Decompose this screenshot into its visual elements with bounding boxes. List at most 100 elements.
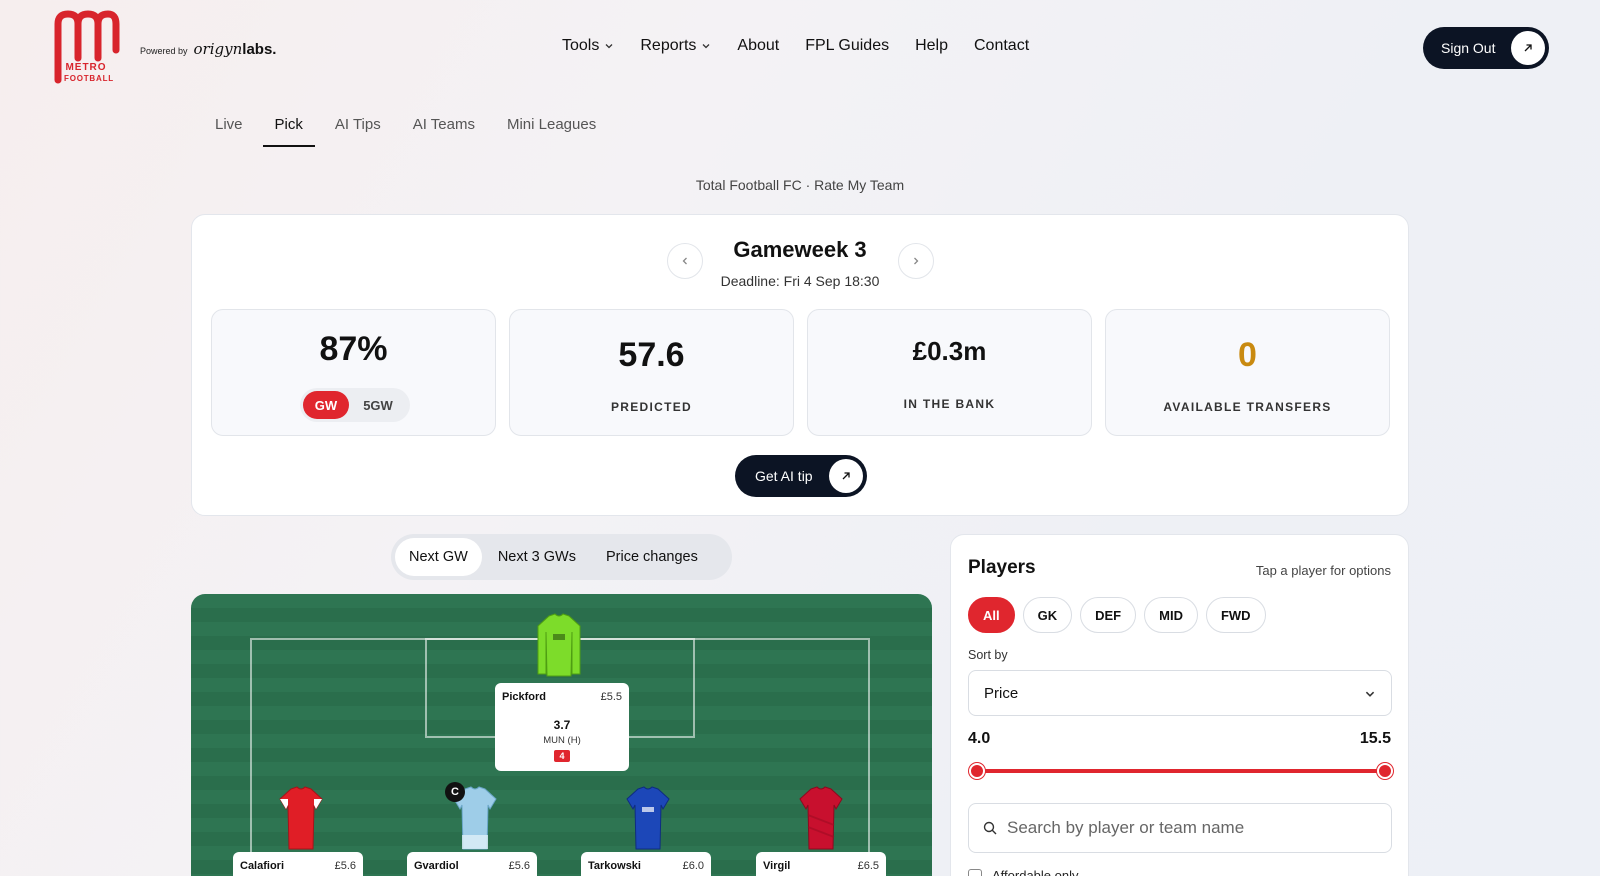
filter-def[interactable]: DEF (1080, 597, 1137, 633)
player-search (968, 803, 1392, 853)
transfers-label: AVAILABLE TRANSFERS (1163, 400, 1332, 414)
position-filter: All GK DEF MID FWD (968, 597, 1266, 633)
liverpool-shirt-icon (799, 786, 843, 850)
rating-gw-option[interactable]: GW (303, 391, 349, 419)
price-range-track (977, 769, 1385, 773)
tab-mini-leagues[interactable]: Mini Leagues (495, 116, 608, 147)
predicted-stat: 57.6 PREDICTED (509, 309, 794, 436)
site-header: METRO FOOTBALL Powered by origynlabs. To… (0, 0, 1600, 95)
player-search-input[interactable] (1007, 818, 1367, 838)
filter-all[interactable]: All (968, 597, 1015, 633)
nav-about[interactable]: About (737, 37, 779, 55)
origynlabs-logo: origynlabs. (193, 40, 277, 58)
nav-reports[interactable]: Reports (640, 37, 711, 55)
price-max-handle[interactable] (1377, 763, 1393, 779)
sign-out-label: Sign Out (1441, 40, 1496, 56)
get-ai-tip-button[interactable]: Get AI tip (735, 455, 867, 497)
sort-by-value: Price (984, 684, 1019, 702)
chevron-down-icon (605, 44, 613, 49)
players-panel-hint: Tap a player for options (1255, 563, 1391, 578)
price-range-min: 4.0 (968, 730, 991, 747)
powered-by: Powered by origynlabs. (140, 40, 276, 58)
main-nav: Tools Reports About FPL Guides Help Cont… (562, 37, 1029, 55)
gameweek-title: Gameweek 3 (733, 237, 867, 262)
powered-by-label: Powered by (140, 46, 188, 56)
nav-tools-label: Tools (562, 37, 600, 54)
arsenal-shirt-icon (279, 786, 323, 850)
nav-contact[interactable]: Contact (974, 37, 1029, 55)
player-price: £5.6 (508, 860, 530, 872)
price-min-handle[interactable] (969, 763, 985, 779)
chevron-down-icon (1365, 691, 1375, 697)
fixture-view-toggle: Next GW Next 3 GWs Price changes (391, 534, 732, 580)
player-name: Gvardiol (414, 860, 459, 872)
arrow-up-right-icon (829, 459, 863, 493)
bank-value: £0.3m (912, 336, 987, 366)
player-name: Pickford (502, 691, 547, 703)
players-panel: Players Tap a player for options All GK … (950, 534, 1409, 876)
team-rating-value: 87% (319, 330, 388, 368)
team-rating-stat: 87% GW 5GW (211, 309, 496, 436)
player-price: £6.0 (682, 860, 704, 872)
bank-stat: £0.3m IN THE BANK (807, 309, 1092, 436)
player-name: Virgil (763, 860, 791, 872)
chevron-down-icon (702, 44, 710, 49)
affordable-only-label: Affordable only (992, 868, 1079, 876)
transfers-stat: 0 AVAILABLE TRANSFERS (1105, 309, 1390, 436)
search-icon (983, 821, 997, 835)
bank-label: IN THE BANK (903, 397, 996, 411)
player-fixture: MUN (H) (543, 735, 581, 746)
metro-football-logo[interactable]: METRO FOOTBALL (52, 10, 120, 84)
captain-badge: C (445, 782, 465, 802)
goalkeeper-shirt-icon (537, 613, 581, 677)
page-tabs: Live Pick AI Tips AI Teams Mini Leagues (203, 116, 616, 147)
nav-reports-label: Reports (640, 37, 697, 54)
get-ai-tip-label: Get AI tip (755, 468, 813, 484)
player-price: £5.6 (334, 860, 356, 872)
affordable-only-option[interactable]: Affordable only (968, 868, 1079, 876)
tab-ai-teams[interactable]: AI Teams (401, 116, 487, 147)
nav-tools[interactable]: Tools (562, 37, 614, 55)
everton-shirt-icon (626, 786, 670, 850)
tab-ai-tips[interactable]: AI Tips (323, 116, 393, 147)
filter-gk[interactable]: GK (1022, 597, 1073, 633)
svg-text:METRO: METRO (65, 62, 106, 73)
rating-5gw-option[interactable]: 5GW (349, 391, 407, 419)
sign-out-button[interactable]: Sign Out (1423, 27, 1549, 69)
view-next-3-gws[interactable]: Next 3 GWs (484, 538, 590, 576)
player-name: Calafiori (240, 860, 285, 872)
player-predicted-points: 3.7 (553, 718, 571, 732)
player-card: Pickford £5.5 3.7 MUN (H) 4 (495, 683, 629, 771)
fixture-difficulty-badge: 4 (554, 750, 570, 762)
tab-live[interactable]: Live (203, 116, 255, 147)
team-subtitle: Total Football FC · Rate My Team (695, 177, 905, 193)
view-price-changes[interactable]: Price changes (592, 538, 712, 576)
player-card: Gvardiol £5.6 (407, 852, 537, 876)
nav-fpl-guides[interactable]: FPL Guides (805, 37, 889, 55)
arrow-up-right-icon (1511, 31, 1545, 65)
player-card: Tarkowski £6.0 (581, 852, 711, 876)
rating-period-toggle: GW 5GW (300, 388, 410, 422)
predicted-label: PREDICTED (610, 400, 693, 414)
sort-by-select[interactable]: Price (968, 670, 1392, 716)
nav-help[interactable]: Help (915, 37, 948, 55)
filter-fwd[interactable]: FWD (1205, 597, 1266, 633)
price-range-max: 15.5 (1359, 730, 1391, 747)
team-pitch: Pickford £5.5 3.7 MUN (H) 4 Calafiori £5… (191, 594, 932, 876)
player-name: Tarkowski (588, 860, 641, 872)
gameweek-summary-card: Gameweek 3 Deadline: Fri 4 Sep 18:30 87%… (191, 214, 1409, 516)
gameweek-deadline: Deadline: Fri 4 Sep 18:30 (720, 273, 880, 289)
tab-pick[interactable]: Pick (262, 116, 315, 147)
svg-text:FOOTBALL: FOOTBALL (64, 74, 114, 83)
player-price: £5.5 (600, 691, 622, 703)
player-card: Calafiori £5.6 (233, 852, 363, 876)
view-next-gw[interactable]: Next GW (395, 538, 482, 576)
sort-by-label: Sort by (968, 648, 1008, 662)
filter-mid[interactable]: MID (1144, 597, 1198, 633)
player-card: Virgil £6.5 (756, 852, 886, 876)
players-panel-title: Players (968, 557, 1036, 578)
transfers-value: 0 (1238, 336, 1257, 374)
predicted-value: 57.6 (618, 336, 685, 374)
affordable-only-checkbox[interactable] (968, 868, 982, 876)
player-price: £6.5 (857, 860, 879, 872)
